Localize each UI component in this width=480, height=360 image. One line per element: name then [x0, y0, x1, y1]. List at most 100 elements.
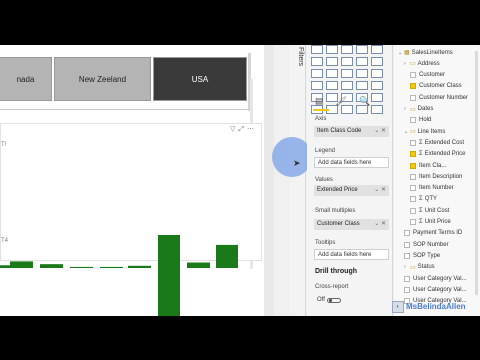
field-label: Customer	[419, 72, 446, 79]
fields-pane: ⌄ ▦ SalesLineItems › ▭ Address Customer Custome…	[394, 45, 480, 316]
field-row[interactable]: Hold	[394, 115, 480, 126]
chart-bar[interactable]	[158, 268, 180, 316]
column-chart-visual[interactable]: T! T4 ▽⤢⋯	[0, 123, 262, 316]
field-checkbox[interactable]	[404, 230, 410, 237]
visual-col-icon[interactable]	[326, 45, 338, 54]
slicer-button-new-zealand[interactable]: New Zeeland	[54, 57, 151, 101]
visual-wf-icon[interactable]	[371, 57, 383, 66]
field-checkbox[interactable]	[404, 252, 410, 259]
visual-map-icon[interactable]	[371, 69, 383, 78]
pill-actions-icon[interactable]: ⌄ ✕	[374, 127, 386, 134]
visual-bar-icon[interactable]	[311, 45, 323, 54]
channel-watermark: ◐ MsBelindaAllen	[392, 299, 480, 314]
field-row[interactable]: Customer Class	[394, 81, 480, 92]
visual-area-icon[interactable]	[311, 57, 323, 66]
slicer-button-canada[interactable]: nada	[0, 57, 52, 101]
visual-card-icon[interactable]	[356, 81, 368, 90]
field-row[interactable]: SOP Type	[394, 250, 480, 261]
field-row[interactable]: Item Description	[394, 171, 480, 182]
field-row[interactable]: Item Number	[394, 183, 480, 194]
field-row[interactable]: Customer Number	[394, 92, 480, 103]
visual-cmb-icon[interactable]	[356, 57, 368, 66]
visual-clu-icon[interactable]	[356, 45, 368, 54]
field-row[interactable]: Σ Extended Price	[394, 149, 480, 160]
values-well-field[interactable]: Extended Price ⌄ ✕	[314, 185, 389, 196]
folder-row[interactable]: › ▭ Dates	[394, 104, 480, 115]
visual-fm-icon[interactable]	[311, 81, 323, 90]
visual-dnt-icon[interactable]	[341, 69, 353, 78]
letterbox-top	[0, 0, 480, 45]
visual-scat-icon[interactable]	[311, 69, 323, 78]
field-checkbox[interactable]	[410, 207, 416, 214]
field-checkbox[interactable]	[410, 151, 416, 158]
field-checkbox[interactable]	[404, 286, 410, 293]
field-checkbox[interactable]	[410, 185, 416, 192]
format-tool-icon[interactable]: 🖌	[336, 96, 347, 107]
field-checkbox[interactable]	[410, 83, 416, 90]
field-label: Line Items	[417, 128, 446, 135]
folder-row[interactable]: › ▭ Address	[394, 58, 480, 69]
field-checkbox[interactable]	[410, 139, 416, 146]
chart-bar[interactable]	[100, 266, 123, 268]
tooltips-drop-zone[interactable]: Add data fields here	[314, 249, 389, 260]
chart-bar[interactable]	[187, 262, 210, 269]
chart-bar[interactable]	[40, 264, 63, 268]
field-checkbox[interactable]	[410, 162, 416, 169]
chart-bar[interactable]	[10, 261, 33, 268]
table-row[interactable]: ⌄ ▦ SalesLineItems	[394, 47, 480, 58]
folder-row[interactable]: ⌄ ▭ Line Items	[394, 126, 480, 137]
field-row[interactable]: Σ Extended Cost	[394, 137, 480, 148]
field-checkbox[interactable]	[410, 94, 416, 101]
visual-kpi-icon[interactable]	[371, 81, 383, 90]
sigma-icon: Σ	[419, 219, 423, 225]
field-checkbox[interactable]	[410, 219, 416, 225]
axis-well-field[interactable]: Item Class Code ⌄ ✕	[314, 126, 389, 137]
field-checkbox[interactable]	[404, 275, 410, 282]
visual-ln-icon[interactable]	[371, 45, 383, 54]
field-label: Customer Number	[419, 94, 469, 101]
field-row[interactable]: User Category Val...	[394, 273, 480, 284]
small-multiples-well-field[interactable]: Customer Class ⌄ ✕	[314, 219, 389, 230]
visual-fun-icon[interactable]	[326, 81, 338, 90]
slicer-button-usa[interactable]: USA	[153, 57, 247, 101]
field-checkbox[interactable]	[410, 72, 416, 79]
field-row[interactable]: Σ QTY	[394, 194, 480, 205]
cross-report-toggle[interactable]: Off	[317, 297, 341, 303]
visual-gau-icon[interactable]	[341, 81, 353, 90]
chart-bar[interactable]	[128, 265, 151, 268]
visual-q-icon[interactable]	[371, 93, 383, 102]
visual-pie-icon[interactable]	[326, 69, 338, 78]
filters-pane-collapsed[interactable]: Filters	[290, 45, 306, 316]
field-row[interactable]: Customer	[394, 70, 480, 81]
visual-stk-icon[interactable]	[341, 45, 353, 54]
pill-actions-icon[interactable]: ⌄ ✕	[374, 186, 386, 193]
field-row[interactable]: Payment Terms ID	[394, 228, 480, 239]
folder-row[interactable]: › ▭ Status	[394, 262, 480, 273]
chart-bar[interactable]	[70, 266, 93, 268]
pill-actions-icon[interactable]: ⌄ ✕	[374, 220, 386, 227]
fields-scrollbar[interactable]	[475, 51, 478, 295]
report-canvas[interactable]: nada New Zeeland USA T! T4 ▽⤢⋯	[0, 45, 264, 316]
legend-drop-zone[interactable]: Add data fields here	[314, 157, 389, 168]
toggle-switch[interactable]	[326, 297, 341, 303]
visual-r-icon[interactable]	[341, 57, 353, 66]
analytics-tool-icon[interactable]: 🔍	[359, 96, 370, 107]
field-row[interactable]: SOP Number	[394, 239, 480, 250]
field-row[interactable]: Σ Unit Price	[394, 217, 480, 228]
field-checkbox[interactable]	[404, 241, 410, 248]
visual-...-icon[interactable]	[371, 105, 383, 114]
field-checkbox[interactable]	[410, 196, 416, 203]
field-checkbox[interactable]	[410, 173, 416, 180]
chart-bar[interactable]	[216, 244, 238, 268]
field-row[interactable]: User Category Val...	[394, 284, 480, 295]
cross-report-label: Cross-report	[315, 284, 349, 290]
visual-tre-icon[interactable]	[356, 69, 368, 78]
visual-a2-icon[interactable]	[326, 57, 338, 66]
chart-bar[interactable]	[158, 235, 180, 268]
field-row[interactable]: Σ Unit Cost	[394, 205, 480, 216]
field-checkbox[interactable]	[410, 117, 416, 124]
fields-tool-icon[interactable]: ▤	[315, 96, 324, 107]
pane-tools: ▤ 🖌 🔍	[315, 96, 370, 107]
sigma-icon: Σ	[419, 151, 423, 158]
field-row[interactable]: Item Cla...	[394, 160, 480, 171]
